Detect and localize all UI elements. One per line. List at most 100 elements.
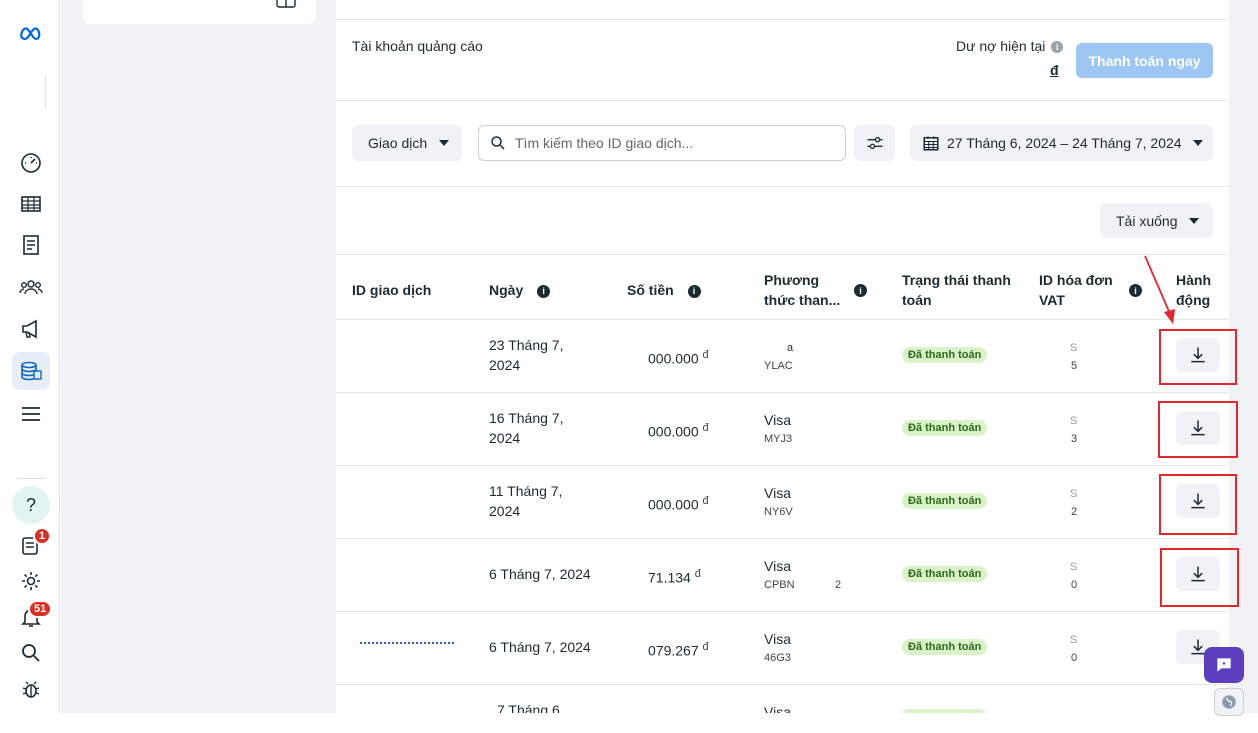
bottom-blank — [0, 713, 1258, 733]
campaign-megaphone-icon[interactable] — [12, 310, 50, 348]
row-amount: 71.134 đ — [648, 564, 701, 588]
col-header-payment-method[interactable]: Phương thức than... — [764, 270, 840, 310]
nav-collapse-handle[interactable] — [42, 76, 46, 108]
annotation-highlight — [1160, 548, 1239, 607]
divider — [336, 254, 1229, 255]
status-badge: Đã thanh toán — [902, 566, 987, 582]
row-vat-1: S — [1070, 484, 1077, 504]
col-header-transaction-id[interactable]: ID giao dịch — [352, 280, 431, 300]
row-divider — [336, 392, 1229, 393]
bug-report-icon[interactable] — [12, 671, 50, 709]
row-method: Visa — [764, 556, 791, 576]
divider — [336, 186, 1229, 187]
row-divider — [336, 538, 1229, 539]
caret-down-icon — [1189, 218, 1199, 224]
row-vat-1: S — [1070, 557, 1077, 577]
row-divider — [336, 319, 1229, 320]
row-date: 23 Tháng 7, 2024 — [489, 335, 563, 375]
row-vat-2: 2 — [1071, 502, 1077, 522]
annotation-highlight — [1159, 474, 1237, 535]
row-vat-2: 0 — [1071, 648, 1077, 668]
divider — [336, 19, 1229, 20]
left-nav-rail: ? 1 51 — [0, 0, 60, 713]
row-method-sub: YLAC — [764, 356, 793, 376]
transaction-type-dropdown[interactable]: Giao dịch — [352, 125, 462, 161]
chat-icon — [1214, 655, 1234, 675]
row-vat-2: 3 — [1071, 429, 1077, 449]
row-divider — [336, 465, 1229, 466]
row-method-sub: 46G3 — [764, 648, 791, 668]
row-date: 11 Tháng 7, 2024 — [489, 481, 562, 521]
row-method: a — [787, 338, 793, 358]
row-vat-2: 0 — [1071, 575, 1077, 595]
pages-icon[interactable] — [12, 226, 50, 264]
transaction-id-link[interactable] — [360, 639, 454, 644]
annotation-highlight — [1158, 401, 1238, 458]
info-icon[interactable]: i — [688, 285, 701, 298]
row-date: 16 Tháng 7, 2024 — [489, 408, 563, 448]
status-badge: Đã thanh toán — [902, 493, 987, 509]
divider — [336, 100, 1229, 101]
download-dropdown[interactable]: Tải xuống — [1100, 203, 1213, 238]
col-header-action: Hành động — [1176, 270, 1211, 310]
billing-icon[interactable] — [12, 352, 50, 390]
search-icon — [489, 134, 507, 152]
row-amount: 000.000 đ — [648, 491, 709, 515]
search-input[interactable]: Tìm kiếm theo ID giao dịch... — [478, 125, 846, 161]
row-date: 6 Tháng 7, 2024 — [489, 564, 591, 584]
row-method-sub: NY6V — [764, 502, 793, 522]
col-header-payment-status[interactable]: Trạng thái thanh toán — [902, 270, 1011, 310]
card-icon — [276, 0, 296, 8]
debt-amount[interactable]: đ — [1050, 62, 1059, 78]
row-method-extra: 2 — [835, 575, 841, 595]
current-debt-label: Dư nợ hiện tại i — [956, 38, 1063, 54]
help-icon[interactable]: ? — [12, 486, 50, 524]
row-method-sub: CPBN — [764, 575, 795, 595]
row-vat-1: S — [1070, 338, 1077, 358]
row-method: Visa — [764, 483, 791, 503]
row-method: Visa — [764, 629, 791, 649]
globe-icon — [1220, 693, 1238, 711]
settings-gear-icon[interactable] — [12, 562, 50, 600]
row-vat-2: 5 — [1071, 356, 1077, 376]
date-range-picker[interactable]: 27 Tháng 6, 2024 – 24 Tháng 7, 2024 — [910, 125, 1213, 161]
table-icon[interactable] — [12, 185, 50, 223]
chat-support-button[interactable] — [1204, 647, 1244, 683]
sliders-icon — [865, 133, 885, 153]
search-icon[interactable] — [12, 634, 50, 672]
notifications-badge: 1 — [33, 527, 51, 545]
status-badge: Đã thanh toán — [902, 420, 987, 436]
row-amount: 000.000 đ — [648, 345, 709, 369]
col-header-amount[interactable]: Số tiền i — [627, 280, 701, 300]
audience-icon[interactable] — [12, 268, 50, 306]
language-button[interactable] — [1214, 688, 1244, 716]
info-icon[interactable]: i — [1051, 41, 1063, 53]
row-amount: 079.267 đ — [648, 637, 709, 661]
info-icon[interactable]: i — [537, 285, 550, 298]
col-header-vat-invoice-id[interactable]: ID hóa đơn VAT — [1039, 270, 1113, 310]
dashboard-icon[interactable] — [12, 143, 50, 181]
row-divider — [336, 684, 1229, 685]
caret-down-icon — [439, 140, 449, 146]
side-card — [83, 0, 316, 24]
pay-now-button[interactable]: Thanh toán ngay — [1076, 43, 1213, 78]
info-icon[interactable]: i — [854, 284, 867, 297]
filter-settings-button[interactable] — [854, 125, 895, 161]
meta-logo-icon[interactable] — [12, 14, 50, 52]
row-date: 6 Tháng 7, 2024 — [489, 637, 591, 657]
col-header-date[interactable]: Ngày i — [489, 280, 550, 300]
calendar-icon — [922, 134, 940, 152]
menu-icon[interactable] — [12, 395, 50, 433]
row-divider — [336, 611, 1229, 612]
nav-divider — [17, 478, 45, 479]
annotation-arrow — [1140, 254, 1180, 326]
row-vat-1: S — [1070, 630, 1077, 650]
ad-account-label: Tài khoản quảng cáo — [352, 38, 483, 54]
row-method-sub: MYJ3 — [764, 429, 792, 449]
row-vat-1: S — [1070, 411, 1077, 431]
row-amount: 000.000 đ — [648, 418, 709, 442]
status-badge: Đã thanh toán — [902, 639, 987, 655]
annotation-highlight — [1159, 329, 1237, 385]
row-method: Visa — [764, 410, 791, 430]
caret-down-icon — [1193, 140, 1203, 146]
